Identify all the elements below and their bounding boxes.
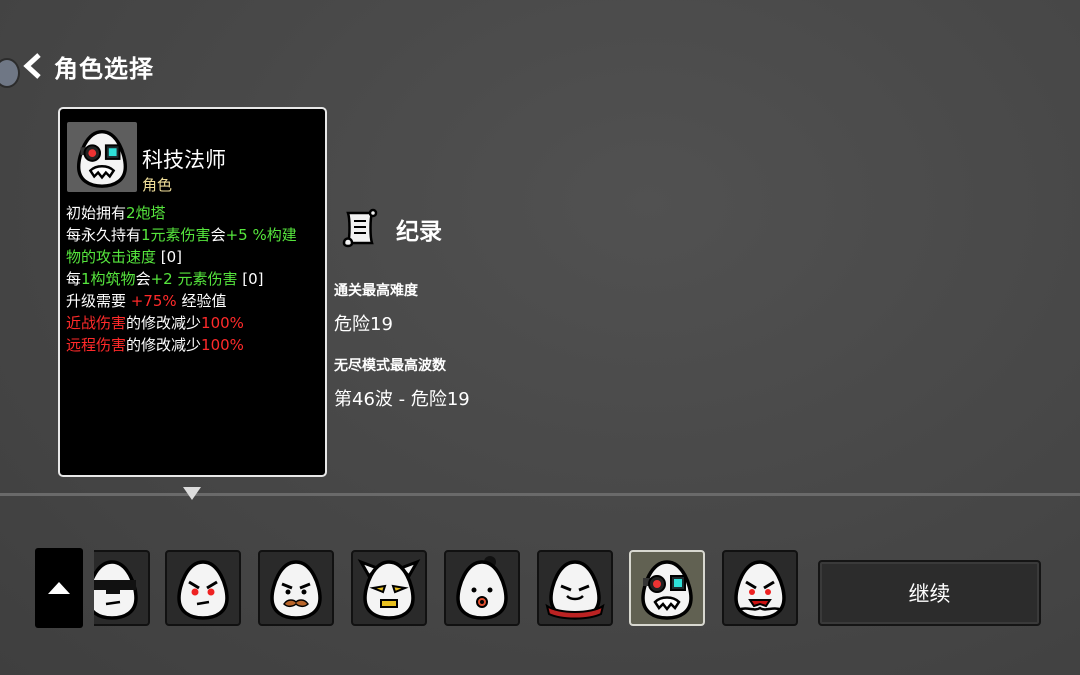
- triangle-up-icon: [48, 582, 70, 594]
- stat-segment: 100%: [201, 336, 244, 354]
- character-info-card: 科技法师 角色 初始拥有2炮塔 每永久持有1元素伤害会+5 %构建 物的攻击速度 […: [58, 107, 327, 477]
- stat-line: 每1构筑物会+2 元素伤害 [0]: [66, 268, 322, 290]
- stat-segment: 100%: [201, 314, 244, 332]
- angry-red-eyes-character-icon: [167, 552, 239, 624]
- character-stats: 初始拥有2炮塔 每永久持有1元素伤害会+5 %构建 物的攻击速度 [0] 每1构筑物会…: [66, 202, 322, 356]
- character-portrait: [67, 122, 137, 192]
- stat-line: 初始拥有2炮塔: [66, 202, 322, 224]
- endless-wave-label: 无尽模式最高波数: [334, 358, 446, 374]
- stat-segment: [0]: [156, 248, 183, 266]
- character-type: 角色: [142, 176, 173, 194]
- record-title: 纪录: [396, 219, 442, 245]
- stat-segment: 的修改减少: [126, 314, 202, 332]
- stat-segment: 2炮塔: [126, 204, 166, 222]
- character-slot-selected[interactable]: [629, 550, 705, 626]
- stat-segment: +2 元素伤害: [150, 270, 238, 288]
- stat-segment: 会: [135, 270, 151, 288]
- vampire-character-icon: [724, 552, 796, 624]
- stat-line: 升级需要 +75% 经验值: [66, 290, 322, 312]
- engineer-goggles-character-icon: [631, 552, 703, 624]
- selection-pointer-icon: [183, 487, 201, 500]
- stat-line: 近战伤害的修改减少100%: [66, 312, 322, 334]
- character-slot[interactable]: [351, 550, 427, 626]
- stat-segment: +75%: [130, 292, 177, 310]
- stat-segment: 初始拥有: [66, 204, 127, 222]
- character-slot[interactable]: [94, 550, 150, 626]
- stat-segment: 会: [210, 226, 226, 244]
- stat-line: 物的攻击速度 [0]: [66, 246, 322, 268]
- bun-hair-character-icon: [446, 556, 518, 624]
- sunglasses-character-icon: [94, 552, 148, 624]
- stat-segment: 升级需要: [66, 292, 131, 310]
- stat-segment: 近战伤害: [66, 314, 127, 332]
- stat-segment: 1元素伤害: [141, 226, 211, 244]
- stat-segment: 物的攻击速度: [66, 248, 157, 266]
- scroll-icon: [342, 208, 378, 248]
- stat-segment: [0]: [237, 270, 264, 288]
- stat-segment: 经验值: [176, 292, 227, 310]
- character-slot[interactable]: [722, 550, 798, 626]
- scroll-up-button[interactable]: [35, 548, 83, 628]
- best-difficulty-value: 危险19: [334, 314, 393, 335]
- endless-wave-value: 第46波 - 危险19: [334, 389, 470, 410]
- stat-line: 远程伤害的修改减少100%: [66, 334, 322, 356]
- profile-avatar[interactable]: [0, 58, 20, 88]
- divider: [0, 493, 1080, 496]
- red-scarf-character-icon: [545, 552, 605, 624]
- mustache-character-icon: [260, 552, 332, 624]
- character-name: 科技法师: [142, 148, 226, 172]
- page-title: 角色选择: [54, 54, 154, 83]
- engineer-goggles-character-icon: [67, 122, 137, 192]
- character-slot[interactable]: [165, 550, 241, 626]
- continue-button[interactable]: 继续: [818, 560, 1041, 626]
- stat-segment: 的修改减少: [126, 336, 202, 354]
- character-slot[interactable]: [258, 550, 334, 626]
- stat-line: 每永久持有1元素伤害会+5 %构建: [66, 224, 322, 246]
- stat-segment: 1构筑物: [81, 270, 136, 288]
- best-difficulty-label: 通关最高难度: [334, 283, 418, 299]
- stat-segment: 远程伤害: [66, 336, 127, 354]
- character-slot[interactable]: [444, 550, 520, 626]
- horned-yellow-eyes-character-icon: [357, 559, 421, 624]
- chevron-left-icon: [23, 53, 41, 79]
- stat-segment: 每永久持有: [66, 226, 142, 244]
- stat-segment: +5 %构建: [225, 226, 297, 244]
- character-slot[interactable]: [537, 550, 613, 626]
- stat-segment: 每: [66, 270, 82, 288]
- back-button[interactable]: 角色选择: [22, 48, 154, 84]
